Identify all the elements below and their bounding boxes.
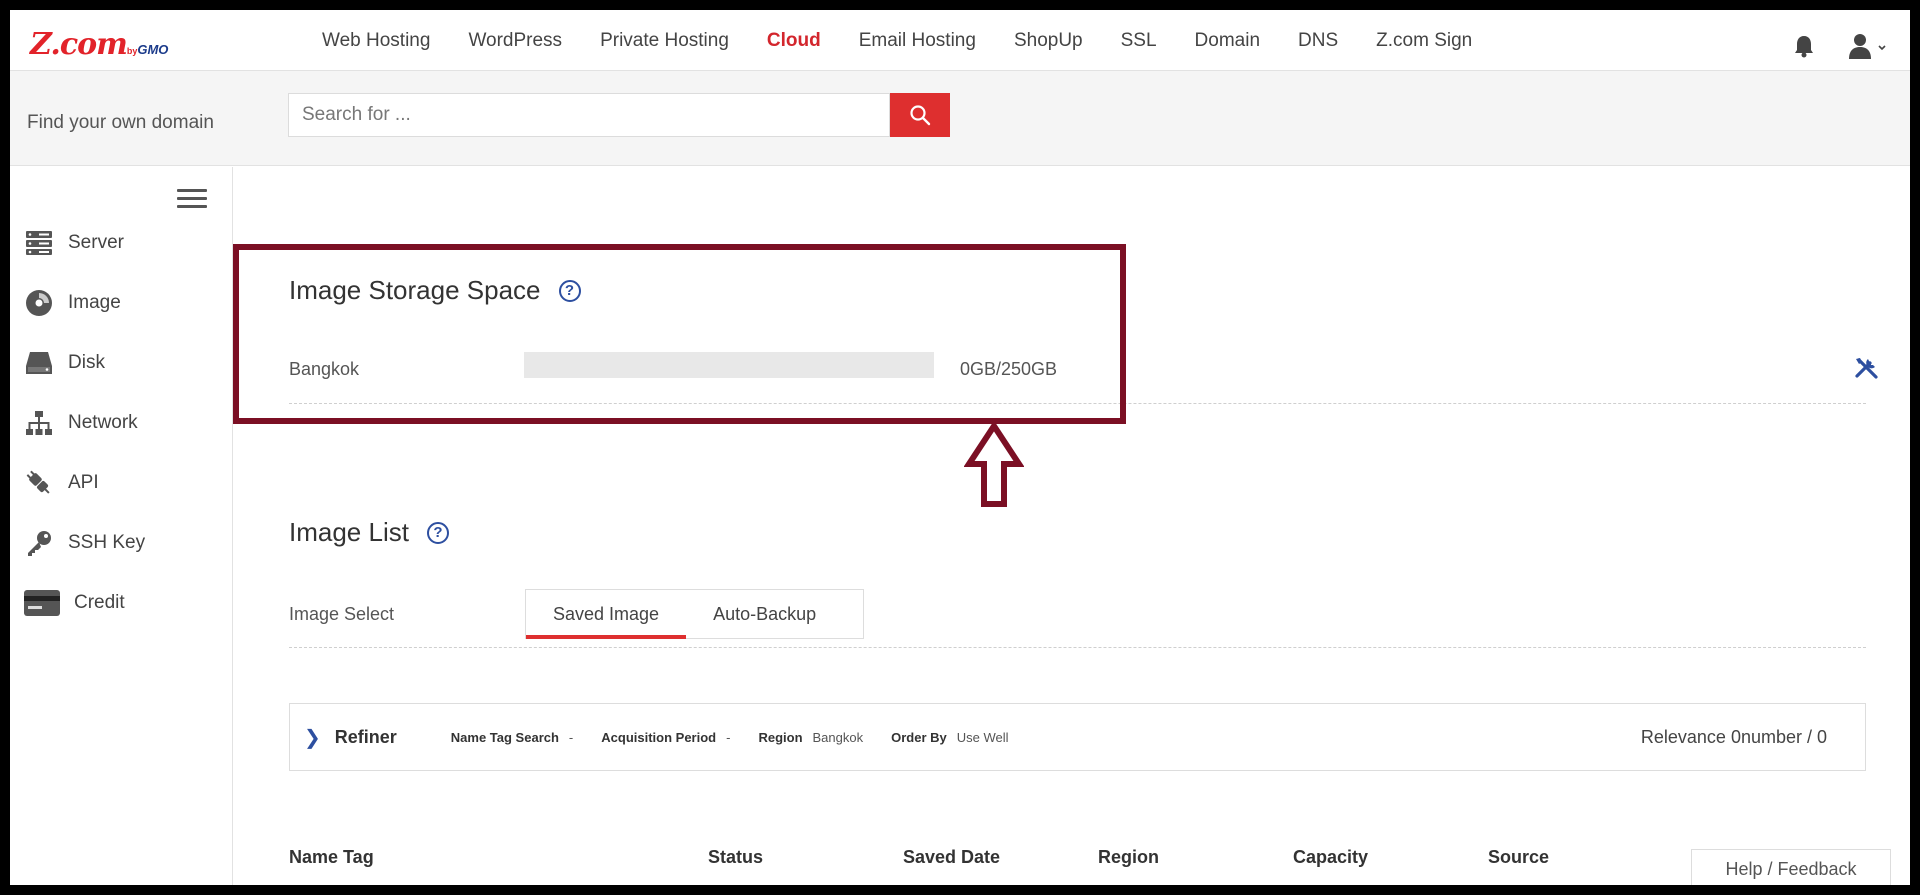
filter-value: Use Well: [956, 729, 1009, 745]
disk-icon: [24, 348, 54, 378]
column-header-capacity[interactable]: Capacity: [1293, 847, 1368, 868]
image-select-tabs: Saved Image Auto-Backup: [525, 589, 864, 639]
credit-card-icon: [24, 588, 60, 618]
domain-search-bar: Find your own domain: [10, 71, 1910, 166]
nav-wordpress[interactable]: WordPress: [468, 30, 562, 52]
search-icon: [910, 105, 931, 126]
search-input[interactable]: [288, 93, 890, 137]
app-frame: Z.combyGMO Web Hosting WordPress Private…: [10, 10, 1910, 885]
column-header-saved-date[interactable]: Saved Date: [903, 847, 1000, 868]
plug-icon: [24, 468, 54, 498]
find-domain-label: Find your own domain: [27, 112, 214, 133]
sidebar-item-server[interactable]: Server: [24, 225, 224, 261]
sidebar-item-image[interactable]: Image: [24, 285, 224, 321]
image-list-title-text: Image List: [289, 517, 409, 547]
tab-saved-image[interactable]: Saved Image: [526, 590, 687, 639]
divider: [289, 647, 1866, 648]
sidebar-item-ssh-key[interactable]: SSH Key: [24, 525, 224, 561]
column-header-status[interactable]: Status: [708, 847, 763, 868]
filter-key: Order By: [891, 729, 947, 745]
main-menu: Web Hosting WordPress Private Hosting Cl…: [322, 10, 1510, 71]
image-list-title: Image List ?: [289, 517, 449, 548]
filter-value: -: [726, 729, 731, 745]
sidebar-item-label: Network: [68, 412, 138, 433]
sidebar-item-disk[interactable]: Disk: [24, 345, 224, 381]
nav-domain[interactable]: Domain: [1195, 30, 1260, 52]
tools-icon[interactable]: [1854, 356, 1880, 382]
filter-value: -: [568, 729, 574, 745]
nav-shopup[interactable]: ShopUp: [1014, 30, 1083, 52]
hamburger-menu-icon[interactable]: [177, 189, 207, 209]
nav-zcom-sign[interactable]: Z.com Sign: [1376, 30, 1472, 52]
annotation-highlight-box: [233, 244, 1126, 424]
logo-gmo: GMO: [137, 42, 169, 57]
image-select-label: Image Select: [289, 604, 395, 624]
refiner-title[interactable]: Refiner: [335, 727, 397, 748]
relevance-count: Relevance 0number / 0: [1640, 727, 1827, 747]
nav-cloud[interactable]: Cloud: [767, 30, 821, 52]
sidebar-item-label: Disk: [68, 352, 105, 373]
network-icon: [24, 408, 54, 438]
nav-dns[interactable]: DNS: [1298, 30, 1338, 52]
sidebar-item-label: SSH Key: [68, 532, 146, 553]
bell-icon[interactable]: [1793, 34, 1815, 58]
help-icon[interactable]: ?: [426, 521, 449, 544]
nav-web-hosting[interactable]: Web Hosting: [322, 30, 430, 52]
logo-main: Z.com: [30, 27, 128, 62]
tab-auto-backup[interactable]: Auto-Backup: [686, 590, 843, 638]
annotation-arrow-up: [964, 422, 1024, 507]
key-icon: [24, 528, 54, 558]
disc-icon: [24, 288, 54, 318]
chevron-right-icon[interactable]: ❯: [304, 725, 321, 750]
column-header-region[interactable]: Region: [1098, 847, 1159, 868]
sidebar-item-network[interactable]: Network: [24, 405, 224, 441]
server-icon: [24, 228, 54, 258]
sidebar-item-api[interactable]: API: [24, 465, 224, 501]
sidebar-item-label: Credit: [74, 592, 125, 613]
sidebar-item-label: Image: [68, 292, 121, 313]
nav-email-hosting[interactable]: Email Hosting: [859, 30, 976, 52]
column-header-source[interactable]: Source: [1488, 847, 1549, 868]
top-nav: Z.combyGMO Web Hosting WordPress Private…: [10, 10, 1910, 71]
refiner-panel: ❯ Refiner Name Tag Search - Acquisition …: [289, 703, 1866, 771]
filter-key: Acquisition Period: [601, 729, 717, 745]
sidebar-item-label: API: [68, 472, 99, 493]
nav-ssl[interactable]: SSL: [1121, 30, 1157, 52]
sidebar: Server Image Disk Network API SSH Key Cr…: [10, 167, 233, 885]
filter-key: Region: [758, 729, 803, 745]
search-button[interactable]: [890, 93, 950, 137]
sidebar-item-label: Server: [68, 232, 124, 253]
help-feedback-button[interactable]: Help / Feedback: [1691, 849, 1891, 885]
user-icon[interactable]: [1848, 33, 1888, 59]
nav-private-hosting[interactable]: Private Hosting: [600, 30, 729, 52]
logo-by: by: [126, 46, 138, 56]
sidebar-item-credit[interactable]: Credit: [24, 585, 224, 621]
column-header-name-tag[interactable]: Name Tag: [289, 847, 374, 868]
filter-value: Bangkok: [812, 729, 864, 745]
filter-key: Name Tag Search: [450, 729, 559, 745]
zcom-logo[interactable]: Z.combyGMO: [30, 27, 169, 62]
